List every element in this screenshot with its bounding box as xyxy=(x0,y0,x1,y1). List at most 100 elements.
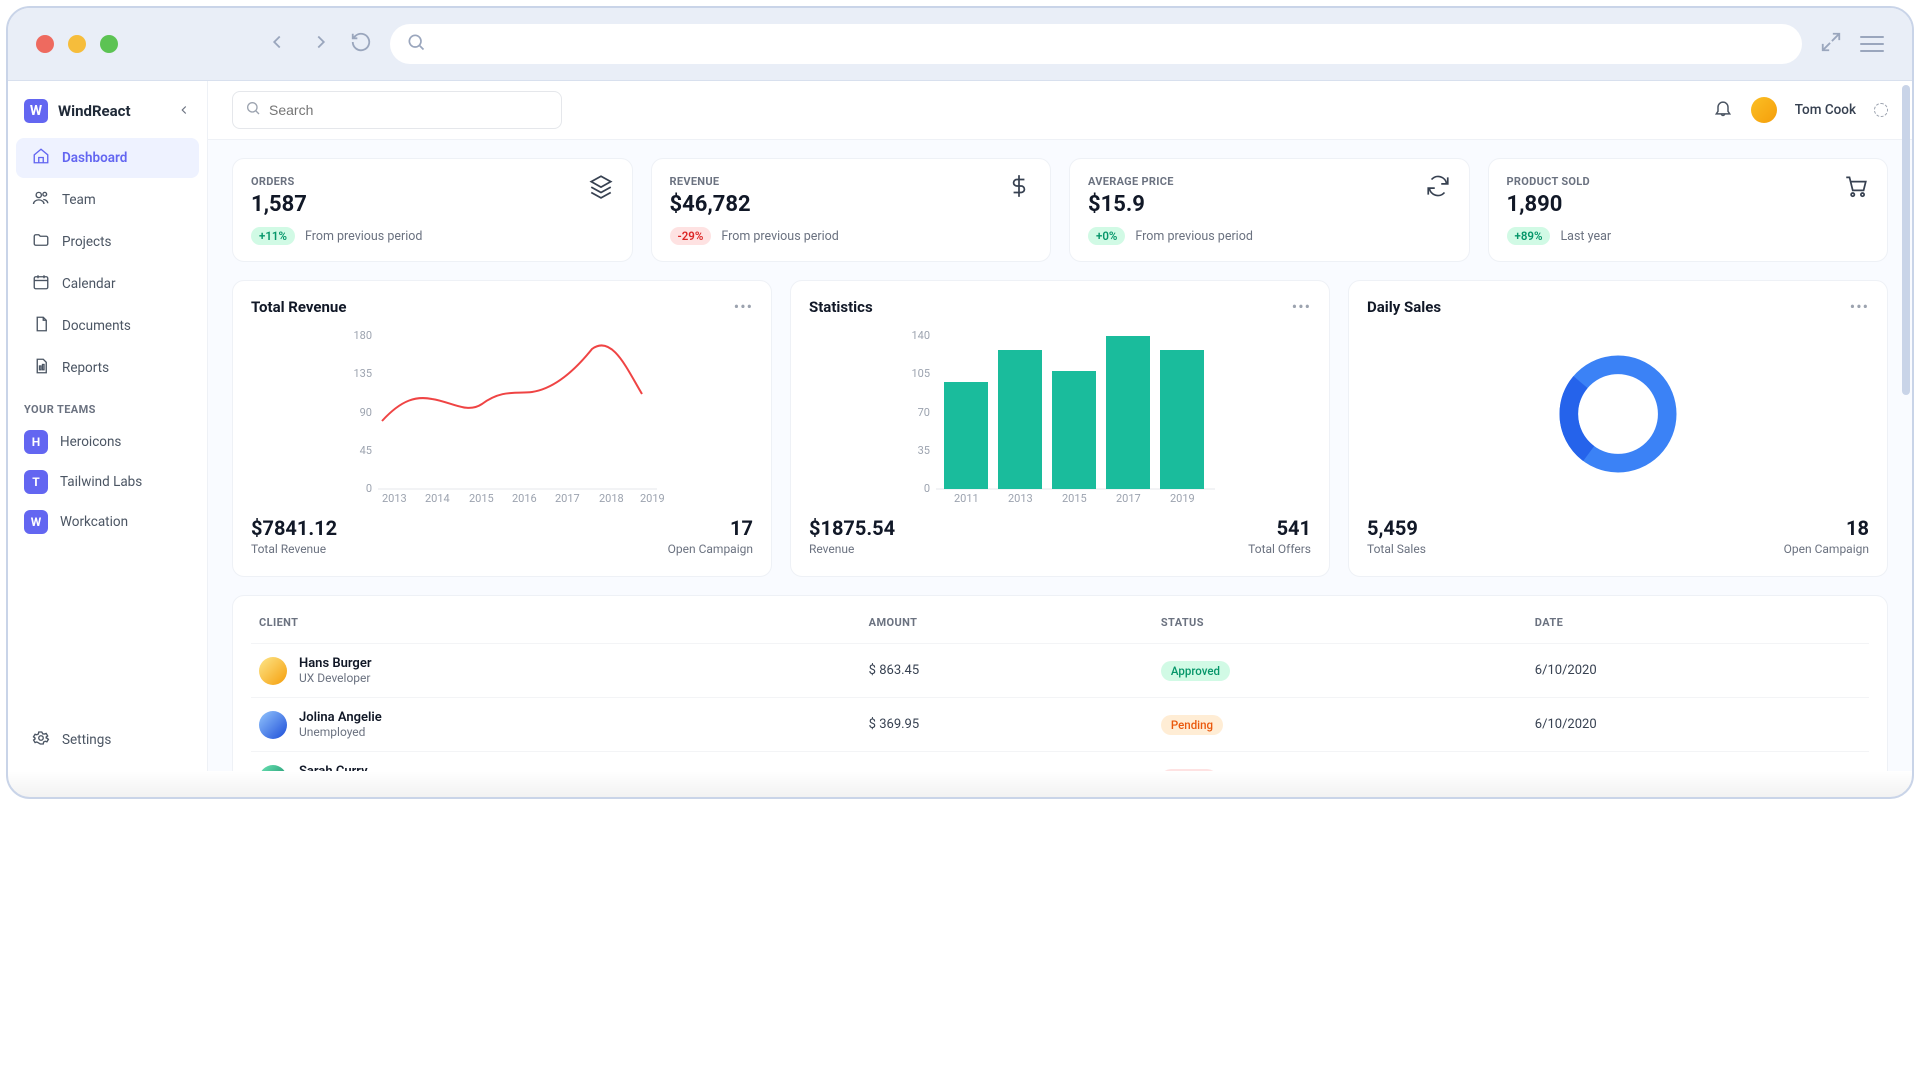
team-item-workcation[interactable]: W Workcation xyxy=(8,502,207,542)
team-initial: T xyxy=(24,470,48,494)
expand-icon[interactable] xyxy=(1820,31,1842,57)
x-axis-ticks: 20112013201520172019 xyxy=(954,492,1195,504)
stat-label: Open Campaign xyxy=(668,542,753,556)
client-name: Sarah Curry xyxy=(299,764,368,771)
topbar: Tom Cook xyxy=(208,81,1912,140)
team-label: Tailwind Labs xyxy=(60,474,142,490)
client-avatar xyxy=(259,711,287,739)
svg-text:0: 0 xyxy=(366,482,372,495)
panel-menu-button[interactable]: ••• xyxy=(1292,297,1311,316)
refresh-icon xyxy=(1425,173,1451,203)
stat-label: Revenue xyxy=(809,542,895,556)
statistics-bar-chart: 140 105 70 35 0 xyxy=(809,324,1311,504)
col-date: DATE xyxy=(1527,602,1869,644)
kpi-label: REVENUE xyxy=(670,175,1033,188)
stack-icon xyxy=(588,173,614,203)
stat-value: 17 xyxy=(668,516,753,540)
notifications-button[interactable] xyxy=(1713,98,1733,122)
sidebar-item-documents[interactable]: Documents xyxy=(16,306,199,346)
stat-label: Open Campaign xyxy=(1784,542,1869,556)
reload-button[interactable] xyxy=(350,31,372,57)
kpi-delta: +0% xyxy=(1088,227,1125,245)
kpi-delta: +11% xyxy=(251,227,295,245)
main-area: Tom Cook ORDERS 1,587 +11%From previous … xyxy=(208,81,1912,771)
cell-date: 6/10/2020 xyxy=(1527,752,1869,772)
status-badge: Approved xyxy=(1161,661,1230,681)
close-window-button[interactable] xyxy=(36,35,54,53)
cell-amount: $ 86.00 xyxy=(861,752,1153,772)
status-badge: Denied xyxy=(1161,769,1217,772)
client-avatar xyxy=(259,765,287,772)
table-row[interactable]: Jolina AngelieUnemployed$ 369.95Pending6… xyxy=(251,698,1869,752)
sidebar-collapse-button[interactable] xyxy=(177,102,191,121)
svg-text:2017: 2017 xyxy=(555,492,580,504)
url-bar[interactable] xyxy=(390,24,1802,64)
client-role: Unemployed xyxy=(299,725,382,739)
sidebar-item-calendar[interactable]: Calendar xyxy=(16,264,199,304)
scrollbar[interactable] xyxy=(1902,81,1910,771)
svg-text:135: 135 xyxy=(353,367,372,380)
svg-text:2019: 2019 xyxy=(640,492,665,504)
col-client: CLIENT xyxy=(251,602,861,644)
kpi-value: 1,587 xyxy=(251,192,614,217)
kpi-label: PRODUCT SOLD xyxy=(1507,175,1870,188)
minimize-window-button[interactable] xyxy=(68,35,86,53)
team-label: Heroicons xyxy=(60,434,121,450)
table-row[interactable]: Sarah CurryDesigner$ 86.00Denied6/10/202… xyxy=(251,752,1869,772)
theme-toggle[interactable] xyxy=(1874,103,1888,117)
revenue-line xyxy=(382,345,642,421)
sidebar-item-label: Calendar xyxy=(62,276,116,292)
folder-icon xyxy=(32,231,50,253)
maximize-window-button[interactable] xyxy=(100,35,118,53)
sidebar-item-settings[interactable]: Settings xyxy=(16,720,199,760)
kpi-average-price: AVERAGE PRICE $15.9 +0% From previous per… xyxy=(1069,158,1470,262)
traffic-lights xyxy=(36,35,118,53)
panel-title: Daily Sales xyxy=(1367,298,1441,316)
stat-value: 18 xyxy=(1784,516,1869,540)
kpi-orders: ORDERS 1,587 +11%From previous period xyxy=(232,158,633,262)
nav-back-button[interactable] xyxy=(266,31,288,57)
svg-text:35: 35 xyxy=(918,444,930,457)
user-name: Tom Cook xyxy=(1795,102,1856,118)
kpi-delta: -29% xyxy=(670,227,712,245)
logo-icon: W xyxy=(24,99,48,123)
sidebar-item-label: Documents xyxy=(62,318,131,334)
svg-text:70: 70 xyxy=(918,406,930,419)
y-axis-ticks: 140 105 70 35 0 xyxy=(911,329,930,495)
sidebar-item-team[interactable]: Team xyxy=(16,180,199,220)
kpi-row: ORDERS 1,587 +11%From previous period RE… xyxy=(232,158,1888,262)
cell-date: 6/10/2020 xyxy=(1527,644,1869,698)
home-icon xyxy=(32,147,50,169)
stat-label: Total Sales xyxy=(1367,542,1426,556)
sidebar: W WindReact Dashboard Team Projects Cale… xyxy=(8,81,208,771)
sidebar-item-label: Projects xyxy=(62,234,112,250)
menu-button[interactable] xyxy=(1860,36,1884,52)
team-item-heroicons[interactable]: H Heroicons xyxy=(8,422,207,462)
panel-daily-sales: Daily Sales ••• 5,459Total Sales 18Open … xyxy=(1348,280,1888,577)
panel-total-revenue: Total Revenue ••• 180 135 90 45 0 xyxy=(232,280,772,577)
table-row[interactable]: Hans BurgerUX Developer$ 863.45Approved6… xyxy=(251,644,1869,698)
panel-menu-button[interactable]: ••• xyxy=(1850,297,1869,316)
svg-text:2013: 2013 xyxy=(1008,492,1033,504)
sidebar-item-reports[interactable]: Reports xyxy=(16,348,199,388)
sidebar-item-dashboard[interactable]: Dashboard xyxy=(16,138,199,178)
team-item-tailwind[interactable]: T Tailwind Labs xyxy=(8,462,207,502)
kpi-label: AVERAGE PRICE xyxy=(1088,175,1451,188)
brand-row: W WindReact xyxy=(8,91,207,137)
panel-title: Statistics xyxy=(809,298,873,316)
kpi-value: 1,890 xyxy=(1507,192,1870,217)
sidebar-item-label: Team xyxy=(62,192,96,208)
svg-text:90: 90 xyxy=(360,406,372,419)
kpi-sub: From previous period xyxy=(1135,229,1253,244)
panel-menu-button[interactable]: ••• xyxy=(734,297,753,316)
sidebar-item-projects[interactable]: Projects xyxy=(16,222,199,262)
panel-statistics: Statistics ••• 140 105 70 35 0 xyxy=(790,280,1330,577)
kpi-value: $15.9 xyxy=(1088,192,1451,217)
search-input[interactable] xyxy=(269,102,549,118)
search-box[interactable] xyxy=(232,91,562,129)
client-avatar xyxy=(259,657,287,685)
y-axis-ticks: 180 135 90 45 0 xyxy=(353,329,372,495)
nav-forward-button[interactable] xyxy=(310,31,332,57)
svg-text:2018: 2018 xyxy=(599,492,624,504)
user-avatar[interactable] xyxy=(1751,97,1777,123)
